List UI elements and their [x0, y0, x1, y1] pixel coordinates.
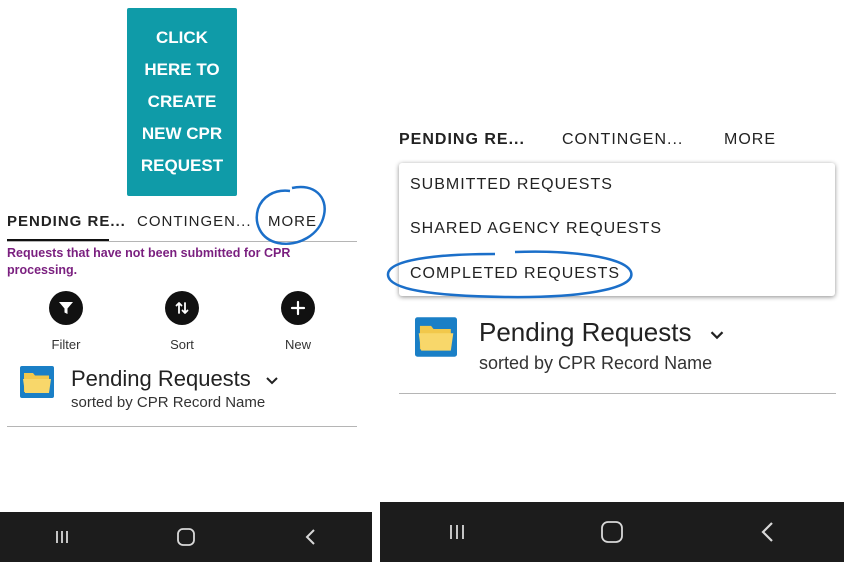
- new-button[interactable]: New: [258, 291, 338, 352]
- tab-pending-requests[interactable]: PENDING RE...: [399, 131, 525, 149]
- sort-button[interactable]: Sort: [142, 291, 222, 352]
- screen-divider: [372, 0, 380, 562]
- system-nav-bar: [380, 502, 844, 562]
- menu-item-submitted-requests[interactable]: SUBMITTED REQUESTS: [410, 176, 613, 194]
- list-view-title-text: Pending Requests: [71, 366, 251, 391]
- left-screen: CLICK HERE TO CREATE NEW CPR REQUEST PEN…: [0, 0, 372, 562]
- list-view-sort-subtitle: sorted by CPR Record Name: [479, 353, 713, 373]
- list-view-sort-subtitle: sorted by CPR Record Name: [71, 394, 266, 411]
- tab-contingent[interactable]: CONTINGEN...: [562, 131, 683, 149]
- list-view-title[interactable]: Pending Requests: [71, 366, 279, 392]
- list-description: Requests that have not been submitted fo…: [7, 246, 291, 277]
- back-icon[interactable]: [290, 517, 330, 557]
- chevron-down-icon: [710, 331, 723, 340]
- chevron-down-icon: [266, 377, 278, 385]
- create-cpr-request-label: CLICK HERE TO CREATE NEW CPR REQUEST: [140, 28, 224, 175]
- plus-icon: [281, 291, 315, 325]
- tab-more[interactable]: MORE: [268, 213, 317, 230]
- recents-icon[interactable]: [437, 512, 477, 552]
- new-label: New: [284, 337, 311, 352]
- home-icon[interactable]: [592, 512, 632, 552]
- filter-button[interactable]: Filter: [26, 291, 106, 352]
- back-icon[interactable]: [747, 512, 787, 552]
- create-cpr-request-button[interactable]: CLICK HERE TO CREATE NEW CPR REQUEST: [127, 8, 237, 196]
- system-nav-bar: [0, 512, 372, 562]
- filter-label: Filter: [51, 337, 81, 352]
- menu-item-completed-requests[interactable]: COMPLETED REQUESTS: [410, 265, 620, 283]
- folder-icon: [415, 317, 457, 362]
- tabs-divider: [7, 241, 357, 242]
- sort-icon: [165, 291, 199, 325]
- more-tabs-dropdown: SUBMITTED REQUESTS SHARED AGENCY REQUEST…: [399, 163, 835, 296]
- list-view-title[interactable]: Pending Requests: [479, 317, 725, 348]
- list-view-title-text: Pending Requests: [479, 317, 692, 347]
- sort-label: Sort: [170, 337, 194, 352]
- tab-more[interactable]: MORE: [724, 131, 776, 149]
- menu-item-shared-agency-requests[interactable]: SHARED AGENCY REQUESTS: [410, 220, 662, 238]
- list-header-divider: [7, 426, 357, 427]
- tab-pending-requests[interactable]: PENDING RE...: [7, 213, 126, 230]
- filter-icon: [49, 291, 83, 325]
- list-header-divider: [399, 393, 836, 394]
- home-icon[interactable]: [166, 517, 206, 557]
- recents-icon[interactable]: [42, 517, 82, 557]
- tab-contingent[interactable]: CONTINGEN...: [137, 213, 252, 230]
- folder-icon: [20, 366, 54, 403]
